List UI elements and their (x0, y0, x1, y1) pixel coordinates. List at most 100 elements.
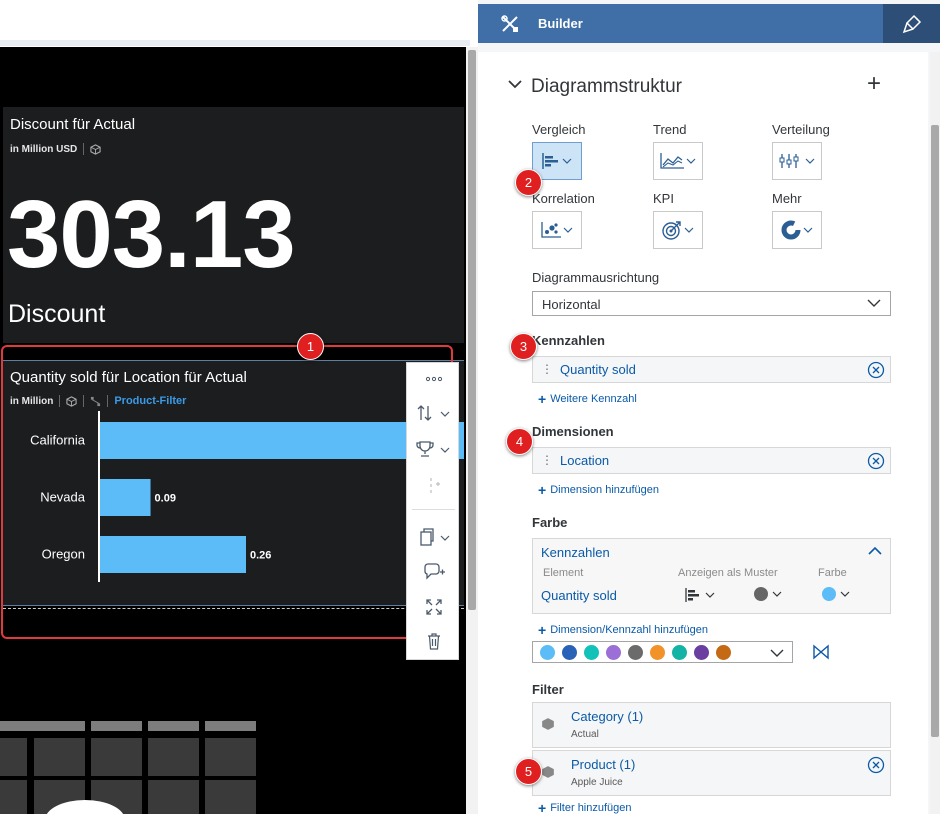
builder-tab-label[interactable]: Builder (538, 16, 583, 31)
tile-action-toolbar (406, 362, 459, 660)
grid-cell (148, 780, 199, 814)
filter-value: Apple Juice (571, 777, 623, 788)
chevron-down-icon (840, 591, 850, 597)
measure-name[interactable]: Quantity sold (560, 362, 636, 377)
plus-icon: + (538, 391, 547, 407)
dimension-name[interactable]: Location (560, 453, 609, 468)
measures-label: Kennzahlen (532, 333, 605, 348)
distribution-chart-button[interactable] (772, 142, 822, 180)
dimension-token[interactable]: ⋮ Location (532, 447, 891, 474)
add-color-text: Dimension/Kennzahl hinzufügen (550, 624, 708, 636)
add-color-dimension-link[interactable]: + Dimension/Kennzahl hinzufügen (538, 622, 708, 638)
canvas-scrollbar-thumb[interactable] (468, 50, 476, 610)
add-comment-button[interactable] (407, 556, 460, 588)
more-chart-button[interactable] (772, 211, 822, 249)
comment-icon (423, 563, 445, 580)
plus-icon: + (538, 482, 547, 498)
chevron-down-icon[interactable] (507, 76, 523, 92)
bar-chart-icon (685, 588, 699, 602)
correlation-chart-button[interactable] (532, 211, 582, 249)
add-measure-link[interactable]: + Weitere Kennzahl (538, 391, 637, 407)
canvas-top-strip (0, 40, 470, 46)
palette-swatch (540, 645, 555, 660)
filter-card-product[interactable]: Product (1) Apple Juice (532, 750, 891, 796)
scatter-chart-icon (541, 222, 561, 238)
chevron-down-icon (803, 227, 813, 233)
fullscreen-button[interactable] (407, 591, 460, 623)
distribution-label: Verteilung (772, 122, 830, 137)
more-actions-button[interactable] (407, 363, 460, 395)
builder-header: Builder (478, 4, 940, 43)
filter-value: Actual (571, 729, 599, 740)
color-assignment-box: Kennzahlen Element Anzeigen als Muster F… (532, 538, 891, 614)
filter-name: Category (1) (571, 709, 644, 724)
drag-handle-icon[interactable]: ⋮ (541, 362, 553, 376)
grid-header-cell (148, 721, 199, 731)
palette-swatch (584, 645, 599, 660)
trophy-icon (415, 441, 449, 457)
dimensions-label: Dimensionen (532, 424, 614, 439)
trend-chart-button[interactable] (653, 142, 703, 180)
kpi-unit: in Million USD (10, 143, 78, 155)
chevron-down-icon (867, 299, 881, 307)
section-title[interactable]: Diagrammstruktur (531, 76, 682, 98)
donut-chart-icon (781, 220, 801, 240)
add-dimension-link[interactable]: + Dimension hinzufügen (538, 482, 659, 498)
story-canvas: Discount für Actual in Million USD 303.1… (0, 0, 478, 814)
target-icon (662, 221, 681, 240)
more-label: Mehr (772, 191, 802, 206)
chevron-down-icon (684, 227, 694, 233)
drag-handle-icon[interactable]: ⋮ (541, 453, 553, 467)
grid-cell (205, 738, 256, 776)
chevron-down-icon (563, 227, 573, 233)
kpi-label: KPI (653, 191, 674, 206)
rank-button[interactable] (407, 433, 460, 465)
pattern-type-dropdown[interactable] (685, 588, 715, 602)
remove-icon[interactable] (867, 361, 885, 379)
chevron-up-icon[interactable] (867, 546, 883, 556)
remove-icon[interactable] (867, 756, 885, 774)
sort-button[interactable] (407, 397, 460, 429)
copy-icon (419, 528, 449, 546)
kpi-measure-label: Discount (8, 300, 106, 328)
orientation-select[interactable]: Horizontal (532, 291, 891, 316)
correlation-label: Korrelation (532, 191, 595, 206)
kpi-chart-button[interactable] (653, 211, 703, 249)
kpi-tile[interactable]: Discount für Actual in Million USD 303.1… (3, 107, 464, 343)
delete-button[interactable] (407, 625, 460, 657)
grid-cell (91, 738, 142, 776)
filter-card-category[interactable]: Category (1) Actual (532, 702, 891, 748)
dimension-icon (542, 718, 554, 730)
swap-colors-icon[interactable] (812, 644, 830, 660)
palette-swatch (650, 645, 665, 660)
callout-marker: 2 (515, 169, 542, 196)
add-measure-text: Weitere Kennzahl (550, 393, 637, 405)
kpi-title: Discount für Actual (10, 116, 136, 133)
grid-header-cell (91, 721, 142, 731)
styling-tab[interactable] (883, 4, 940, 43)
pattern-color-dropdown[interactable] (754, 587, 782, 601)
remove-icon[interactable] (867, 452, 885, 470)
kpi-value: 303.13 (7, 181, 296, 288)
grid-cell (148, 738, 199, 776)
series-color-dropdown[interactable] (822, 587, 850, 601)
builder-scrollbar-thumb[interactable] (931, 125, 939, 737)
add-section-button[interactable]: + (867, 70, 881, 98)
measure-token[interactable]: ⋮ Quantity sold (532, 356, 891, 383)
palette-swatch (672, 645, 687, 660)
chevron-down-icon (562, 158, 572, 164)
add-filter-link[interactable]: + Filter hinzufügen (538, 800, 632, 814)
color-palette-select[interactable] (532, 641, 793, 663)
color-label: Farbe (532, 515, 568, 530)
color-item-name: Quantity sold (541, 588, 617, 603)
palette-swatch (628, 645, 643, 660)
filter-label: Filter (532, 682, 564, 697)
trash-icon (427, 633, 440, 650)
add-dimension-toolbar-button[interactable] (407, 469, 460, 501)
palette-swatch (716, 645, 731, 660)
comparison-label: Vergleich (532, 122, 586, 137)
color-group-title[interactable]: Kennzahlen (541, 545, 610, 560)
palette-swatch (562, 645, 577, 660)
selection-highlight-frame (1, 345, 453, 639)
copy-button[interactable] (407, 521, 460, 553)
